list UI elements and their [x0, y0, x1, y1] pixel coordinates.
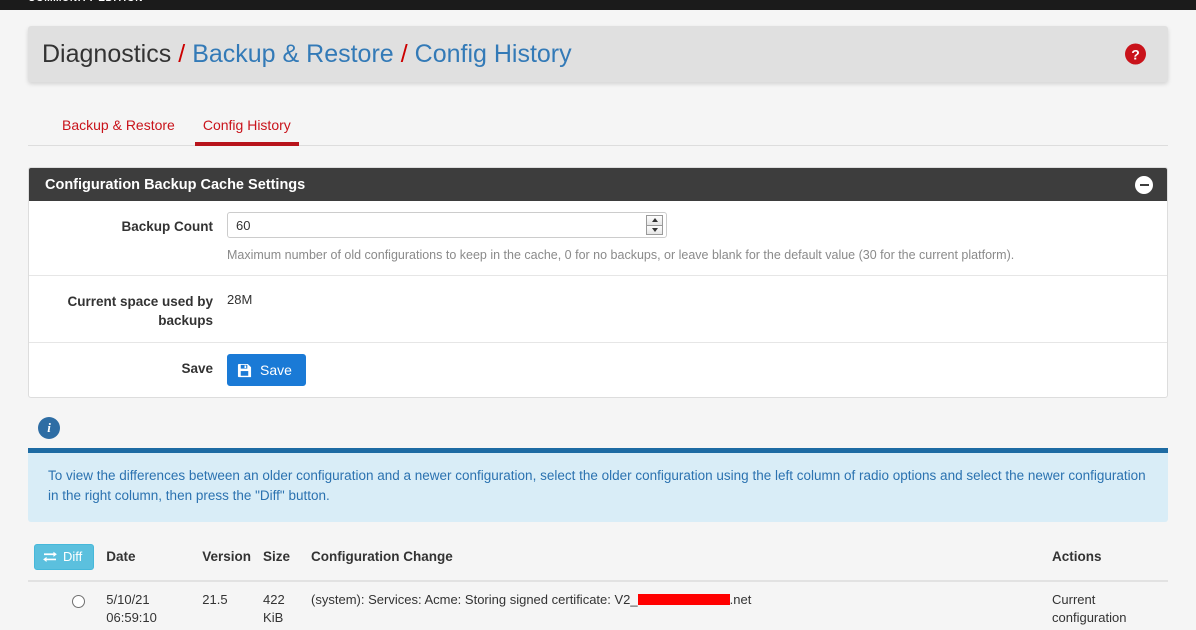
spinner-up-icon[interactable]: [646, 215, 663, 226]
space-used-label: Current space used by backups: [67, 293, 213, 329]
breadcrumb-separator-1: /: [178, 39, 186, 68]
row1-size-line1: 422: [263, 591, 285, 607]
row1-configuration-change: (system): Services: Acme: Storing signed…: [305, 580, 1046, 630]
header-actions: Actions: [1046, 543, 1168, 582]
minus-circle-icon[interactable]: [1135, 175, 1153, 194]
breadcrumb: Diagnostics / Backup & Restore / Config …: [28, 26, 1168, 82]
header-configuration-change[interactable]: Configuration Change: [305, 543, 1046, 582]
breadcrumb-link-config-history[interactable]: Config History: [415, 40, 572, 69]
tab-bar: Backup & Restore Config History: [28, 104, 1168, 146]
form-row-save: Save Save: [29, 343, 1167, 397]
row1-radio-left-cell: [28, 580, 58, 630]
row1-size-line2: KiB: [263, 610, 284, 626]
spinner-down-icon[interactable]: [646, 225, 663, 235]
redaction-bar: [637, 593, 730, 605]
config-backup-cache-panel: Configuration Backup Cache Settings Back…: [28, 167, 1168, 398]
backup-count-value: 60: [236, 217, 251, 233]
row1-date: 5/10/21 06:59:10: [100, 580, 197, 630]
exchange-arrows-icon: [43, 551, 57, 562]
space-used-value: 28M: [227, 291, 253, 307]
row1-change-suffix: .net: [729, 591, 752, 607]
row1-change-prefix: (system): Services: Acme: Storing signed…: [311, 591, 638, 607]
floppy-disk-icon: [237, 363, 252, 377]
backup-count-help-text: Maximum number of old configurations to …: [227, 248, 1015, 262]
top-navbar: COMMUNITY EDITION: [0, 0, 1196, 10]
diff-button[interactable]: Diff: [34, 543, 95, 570]
table-header-row: Diff Date Version Size Configuration Cha…: [28, 543, 1168, 582]
backup-count-control: 60 Maximum number of old configurations …: [227, 212, 1167, 264]
info-icon-row: i: [28, 417, 1168, 439]
header-date[interactable]: Date: [100, 543, 197, 582]
row1-version: 21.5: [196, 580, 258, 630]
row1-date-line1: 5/10/21: [106, 591, 150, 607]
save-control: Save: [227, 354, 1167, 386]
breadcrumb-link-backup-restore[interactable]: Backup & Restore: [192, 40, 394, 69]
breadcrumb-list: Diagnostics / Backup & Restore / Config …: [42, 40, 572, 69]
config-history-table-wrap: Diff Date Version Size Configuration Cha…: [28, 543, 1168, 630]
radio-newer-config[interactable]: [72, 595, 86, 609]
diff-button-cell: Diff: [28, 543, 101, 582]
diff-button-label: Diff: [63, 548, 83, 564]
backup-count-input[interactable]: 60: [227, 212, 667, 238]
number-spinner[interactable]: [646, 215, 663, 235]
breadcrumb-separator-2: /: [400, 39, 408, 68]
header-size[interactable]: Size: [257, 543, 306, 582]
backup-count-label: Backup Count: [121, 219, 213, 234]
tab-config-history[interactable]: Config History: [189, 117, 305, 146]
panel-title: Configuration Backup Cache Settings: [45, 176, 306, 193]
help-icon[interactable]: ?: [1125, 43, 1146, 65]
config-history-table: Diff Date Version Size Configuration Cha…: [28, 543, 1168, 630]
row1-size: 422 KiB: [257, 580, 306, 630]
diff-instructions-alert: To view the differences between an older…: [28, 448, 1168, 522]
panel-header: Configuration Backup Cache Settings: [29, 168, 1167, 201]
header-version[interactable]: Version: [196, 543, 258, 582]
row1-actions: Current configuration: [1046, 580, 1168, 630]
save-button-label: Save: [260, 362, 292, 378]
space-used-control: 28M: [227, 287, 1167, 331]
table-row: 5/10/21 06:59:10 21.5 422 KiB (system): …: [28, 580, 1168, 630]
form-row-space-used: Current space used by backups 28M: [29, 276, 1167, 343]
save-button[interactable]: Save: [227, 354, 306, 386]
breadcrumb-root: Diagnostics: [42, 39, 172, 68]
edition-label: COMMUNITY EDITION: [28, 0, 143, 4]
row1-date-line2: 06:59:10: [106, 610, 157, 626]
save-row-label: Save: [181, 361, 213, 376]
row1-radio-right-cell: [57, 580, 101, 630]
form-row-backup-count: Backup Count 60 Maximum number of old co…: [29, 201, 1167, 276]
info-circle-icon[interactable]: i: [38, 417, 60, 439]
tab-backup-restore[interactable]: Backup & Restore: [48, 117, 189, 145]
